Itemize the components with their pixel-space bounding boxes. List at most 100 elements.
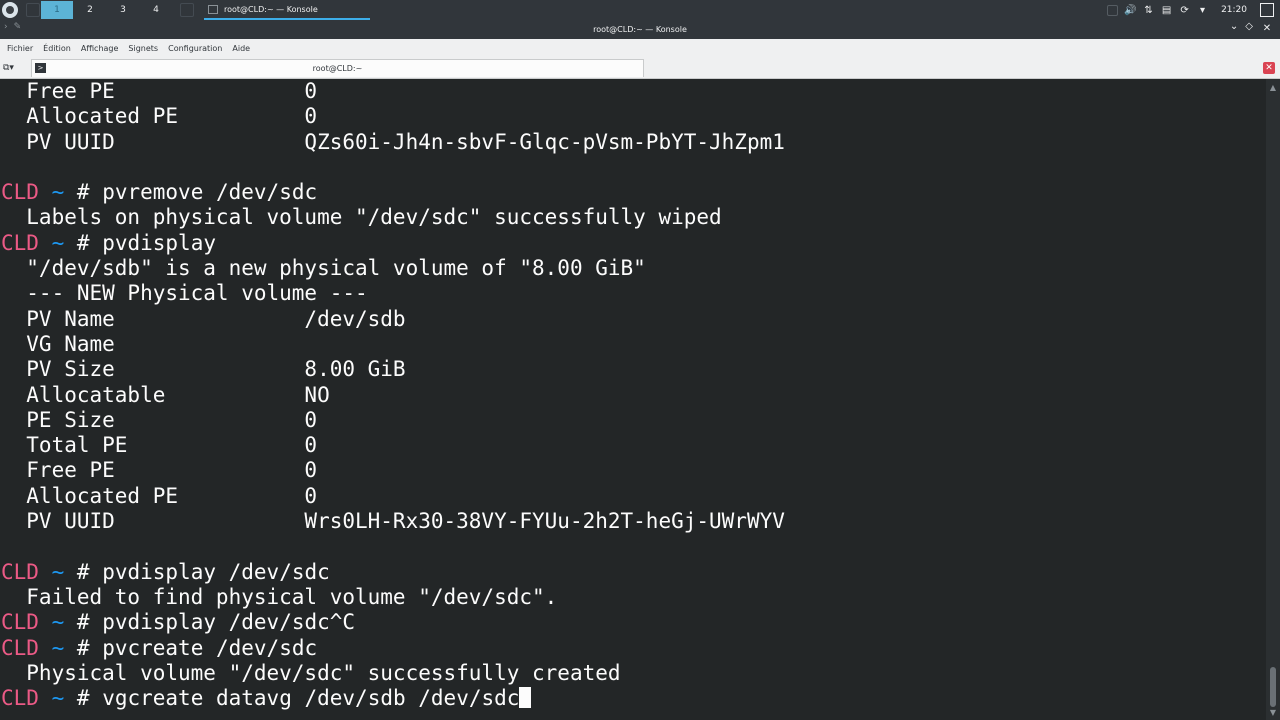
- prompt-command: pvcreate /dev/sdc: [102, 635, 318, 660]
- scrollbar-thumb[interactable]: [1270, 667, 1276, 707]
- output-text: Free PE 0: [1, 458, 318, 483]
- terminal-scrollbar[interactable]: ▲ ▼: [1266, 79, 1280, 720]
- prompt-command: vgcreate datavg /dev/sdb /dev/sdc: [102, 686, 520, 711]
- output-text: Failed to find physical volume "/dev/sdc…: [1, 584, 558, 609]
- terminal-output-line: Allocatable NO: [1, 383, 785, 408]
- prompt-dir: ~: [51, 635, 65, 660]
- output-text: PE Size 0: [1, 407, 318, 432]
- terminal-output-line: PV Name /dev/sdb: [1, 307, 785, 332]
- output-text: --- NEW Physical volume ---: [1, 281, 368, 306]
- terminal-output-line: PV Size 8.00 GiB: [1, 357, 785, 382]
- window-menu-icon[interactable]: ›: [4, 22, 8, 32]
- menu-signets[interactable]: Signets: [123, 44, 163, 53]
- show-desktop-icon[interactable]: [1260, 3, 1274, 17]
- output-text: Allocated PE 0: [1, 483, 318, 508]
- scroll-down-icon[interactable]: ▼: [1268, 707, 1278, 717]
- output-text: Allocated PE 0: [1, 104, 318, 129]
- close-icon[interactable]: ✕: [1260, 21, 1274, 35]
- menu-affichage[interactable]: Affichage: [76, 44, 124, 53]
- output-text: Allocatable NO: [1, 382, 330, 407]
- virtual-desktop-3[interactable]: 3: [107, 1, 139, 19]
- menu-aide[interactable]: Aide: [227, 44, 255, 53]
- virtual-desktop-2[interactable]: 2: [74, 1, 106, 19]
- output-text: PV UUID QZs60i-Jh4n-sbvF-Glqc-pVsm-PbYT-…: [1, 129, 785, 154]
- prompt-dir: ~: [51, 559, 65, 584]
- output-text: VG Name: [1, 331, 115, 356]
- panel-placeholder-icon: [26, 3, 40, 17]
- tray-placeholder-icon: [1107, 4, 1119, 16]
- pin-icon[interactable]: ✎: [14, 22, 22, 32]
- tab-label: root@CLD:~: [312, 64, 363, 73]
- terminal-prompt-line: CLD ~ # pvdisplay /dev/sdc: [1, 559, 330, 584]
- maximize-icon[interactable]: ◇: [1245, 21, 1253, 35]
- terminal-output-line: Labels on physical volume "/dev/sdc" suc…: [1, 205, 785, 230]
- terminal-output-line: Allocated PE 0: [1, 104, 785, 129]
- taskbar-konsole-label: root@CLD:~ — Konsole: [224, 4, 318, 14]
- prompt-dir: ~: [51, 230, 65, 255]
- terminal-prompt-line: CLD ~ # pvdisplay: [1, 230, 216, 255]
- text-cursor: [519, 687, 532, 709]
- prompt-command: pvdisplay /dev/sdc^C: [102, 610, 356, 635]
- output-text: PV Name /dev/sdb: [1, 306, 406, 331]
- terminal-prompt-line: CLD ~ # pvdisplay /dev/sdc^C: [1, 610, 356, 635]
- volume-icon[interactable]: 🔊: [1124, 5, 1136, 16]
- terminal-output-line: PV UUID Wrs0LH-Rx30-38VY-FYUu-2h2T-heGj-…: [1, 509, 785, 534]
- output-text: "/dev/sdb" is a new physical volume of "…: [1, 256, 646, 281]
- window-title: root@CLD:~ — Konsole: [593, 25, 687, 34]
- terminal-view[interactable]: Free PE 0 Allocated PE 0 PV UUID QZs60i-…: [0, 79, 1266, 720]
- output-text: Labels on physical volume "/dev/sdc" suc…: [1, 205, 722, 230]
- prompt-host: CLD: [1, 180, 39, 205]
- terminal-output-line: Free PE 0: [1, 79, 785, 104]
- app-launcher-icon[interactable]: [2, 2, 18, 18]
- prompt-host: CLD: [1, 230, 39, 255]
- network-icon[interactable]: ⇅: [1143, 5, 1154, 16]
- terminal-icon: >: [35, 63, 46, 73]
- menu-edition[interactable]: Édition: [38, 44, 76, 53]
- clipboard-icon[interactable]: ▤: [1161, 5, 1172, 16]
- virtual-desktop-1[interactable]: 1: [41, 1, 73, 19]
- terminal-output-line: --- NEW Physical volume ---: [1, 281, 785, 306]
- tab-root-cld[interactable]: > root@CLD:~: [31, 59, 644, 77]
- close-tab-icon[interactable]: ✕: [1263, 62, 1275, 74]
- terminal-output-line: PE Size 0: [1, 408, 785, 433]
- output-text: PV Size 8.00 GiB: [1, 357, 406, 382]
- updates-icon[interactable]: ⟳: [1179, 5, 1190, 16]
- terminal-output-line: Free PE 0: [1, 458, 785, 483]
- terminal-output-line: "/dev/sdb" is a new physical volume of "…: [1, 256, 785, 281]
- scroll-up-icon[interactable]: ▲: [1268, 82, 1278, 92]
- terminal-icon: [208, 4, 218, 14]
- taskbar-konsole-entry[interactable]: root@CLD:~ — Konsole: [204, 0, 370, 20]
- prompt-host: CLD: [1, 610, 39, 635]
- terminal-output-line: PV UUID QZs60i-Jh4n-sbvF-Glqc-pVsm-PbYT-…: [1, 130, 785, 155]
- prompt-command: pvremove /dev/sdc: [102, 180, 318, 205]
- terminal-prompt-line: CLD ~ # vgcreate datavg /dev/sdb /dev/sd…: [1, 686, 785, 711]
- terminal-prompt-line: CLD ~ # pvcreate /dev/sdc: [1, 635, 318, 660]
- top-panel: 1 2 3 4 root@CLD:~ — Konsole 🔊 ⇅ ▤ ⟳ ▾ 2…: [0, 0, 1280, 20]
- terminal-output-line: Allocated PE 0: [1, 484, 785, 509]
- minimize-icon[interactable]: ⌄: [1230, 21, 1238, 35]
- terminal-output-line: Total PE 0: [1, 433, 785, 458]
- menu-configuration[interactable]: Configuration: [163, 44, 227, 53]
- terminal-prompt-line: CLD ~ # pvremove /dev/sdc: [1, 180, 318, 205]
- output-text: Physical volume "/dev/sdc" successfully …: [1, 660, 621, 685]
- prompt-host: CLD: [1, 635, 39, 660]
- virtual-desktop-4[interactable]: 4: [140, 1, 172, 19]
- output-text: Total PE 0: [1, 433, 318, 458]
- prompt-host: CLD: [1, 686, 39, 711]
- tab-bar: ⧉▾ > root@CLD:~ ✕: [0, 57, 1280, 79]
- terminal-output: Free PE 0 Allocated PE 0 PV UUID QZs60i-…: [1, 79, 785, 711]
- window-titlebar[interactable]: › ✎ root@CLD:~ — Konsole ⌄ ◇ ✕: [0, 20, 1280, 39]
- terminal-output-line: Failed to find physical volume "/dev/sdc…: [1, 585, 785, 610]
- menu-fichier[interactable]: Fichier: [2, 44, 38, 53]
- new-tab-icon[interactable]: ⧉▾: [3, 62, 21, 74]
- system-tray: 🔊 ⇅ ▤ ⟳ ▾ 21:20: [1107, 0, 1280, 20]
- menubar: Fichier Édition Affichage Signets Config…: [0, 39, 1280, 57]
- terminal-output-line: Physical volume "/dev/sdc" successfully …: [1, 661, 785, 686]
- output-text: Free PE 0: [1, 79, 318, 103]
- prompt-command: pvdisplay /dev/sdc: [102, 559, 330, 584]
- clock[interactable]: 21:20: [1221, 5, 1247, 15]
- prompt-dir: ~: [51, 610, 65, 635]
- prompt-command: pvdisplay: [102, 230, 216, 255]
- tray-expand-icon[interactable]: ▾: [1197, 5, 1208, 16]
